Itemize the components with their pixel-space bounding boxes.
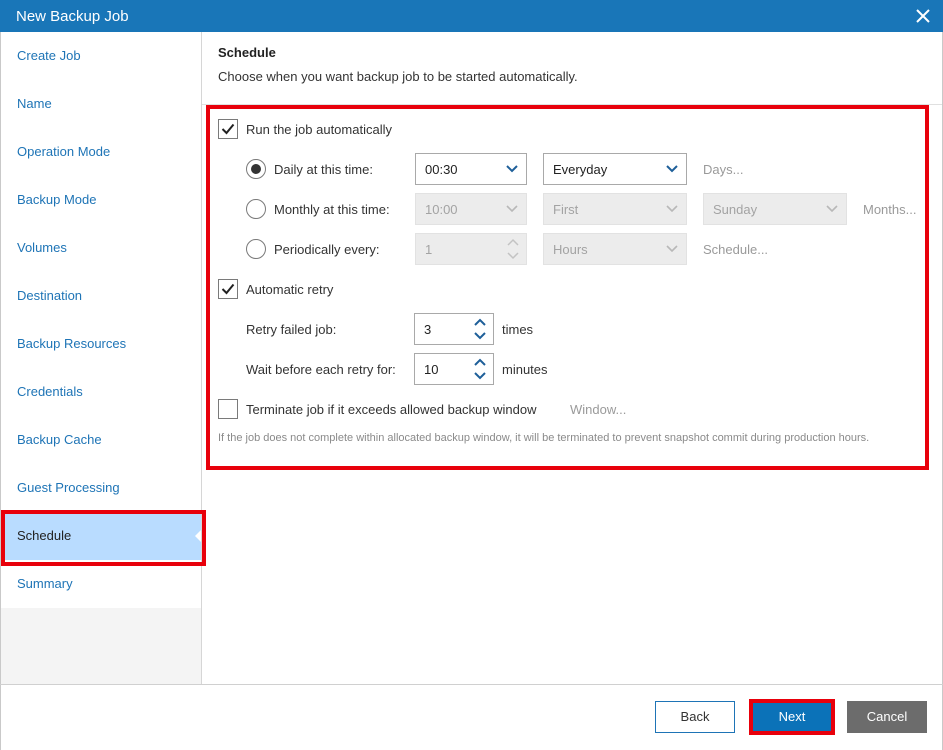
schedule-step-highlight bbox=[1, 510, 206, 566]
sidebar-item-operation-mode[interactable]: Operation Mode bbox=[1, 128, 201, 176]
sidebar-item-backup-mode[interactable]: Backup Mode bbox=[1, 176, 201, 224]
page-description: Choose when you want backup job to be st… bbox=[218, 69, 578, 84]
sidebar-item-label: Name bbox=[17, 96, 52, 111]
footer-divider bbox=[0, 684, 943, 685]
sidebar-item-label: Guest Processing bbox=[17, 480, 120, 495]
sidebar-item-label: Destination bbox=[17, 288, 83, 303]
sidebar-item-label: Summary bbox=[17, 576, 73, 591]
sidebar-item-label: Create Job bbox=[17, 48, 81, 63]
next-button-highlight bbox=[749, 699, 835, 735]
sidebar-item-label: Backup Resources bbox=[17, 336, 127, 351]
sidebar-item-label: Credentials bbox=[17, 384, 83, 399]
sidebar-item-destination[interactable]: Destination bbox=[1, 272, 201, 320]
sidebar-item-name[interactable]: Name bbox=[1, 80, 201, 128]
close-icon[interactable] bbox=[913, 6, 933, 26]
sidebar-item-guest-processing[interactable]: Guest Processing bbox=[1, 464, 201, 512]
cancel-button[interactable]: Cancel bbox=[847, 701, 927, 733]
title-bar: New Backup Job bbox=[0, 0, 943, 32]
sidebar-item-create-job[interactable]: Create Job bbox=[1, 32, 201, 80]
sidebar-item-label: Backup Cache bbox=[17, 432, 102, 447]
sidebar-item-label: Operation Mode bbox=[17, 144, 111, 159]
sidebar-item-backup-cache[interactable]: Backup Cache bbox=[1, 416, 201, 464]
sidebar-item-volumes[interactable]: Volumes bbox=[1, 224, 201, 272]
schedule-settings-highlight bbox=[206, 105, 929, 470]
sidebar-item-credentials[interactable]: Credentials bbox=[1, 368, 201, 416]
sidebar-item-backup-resources[interactable]: Backup Resources bbox=[1, 320, 201, 368]
sidebar-item-label: Backup Mode bbox=[17, 192, 97, 207]
window-title: New Backup Job bbox=[16, 8, 129, 25]
sidebar-item-label: Volumes bbox=[17, 240, 67, 255]
page-title: Schedule bbox=[218, 45, 276, 60]
back-button[interactable]: Back bbox=[655, 701, 735, 733]
wizard-steps-sidebar: Create Job Name Operation Mode Backup Mo… bbox=[1, 32, 202, 684]
sidebar-item-summary[interactable]: Summary bbox=[1, 560, 201, 608]
